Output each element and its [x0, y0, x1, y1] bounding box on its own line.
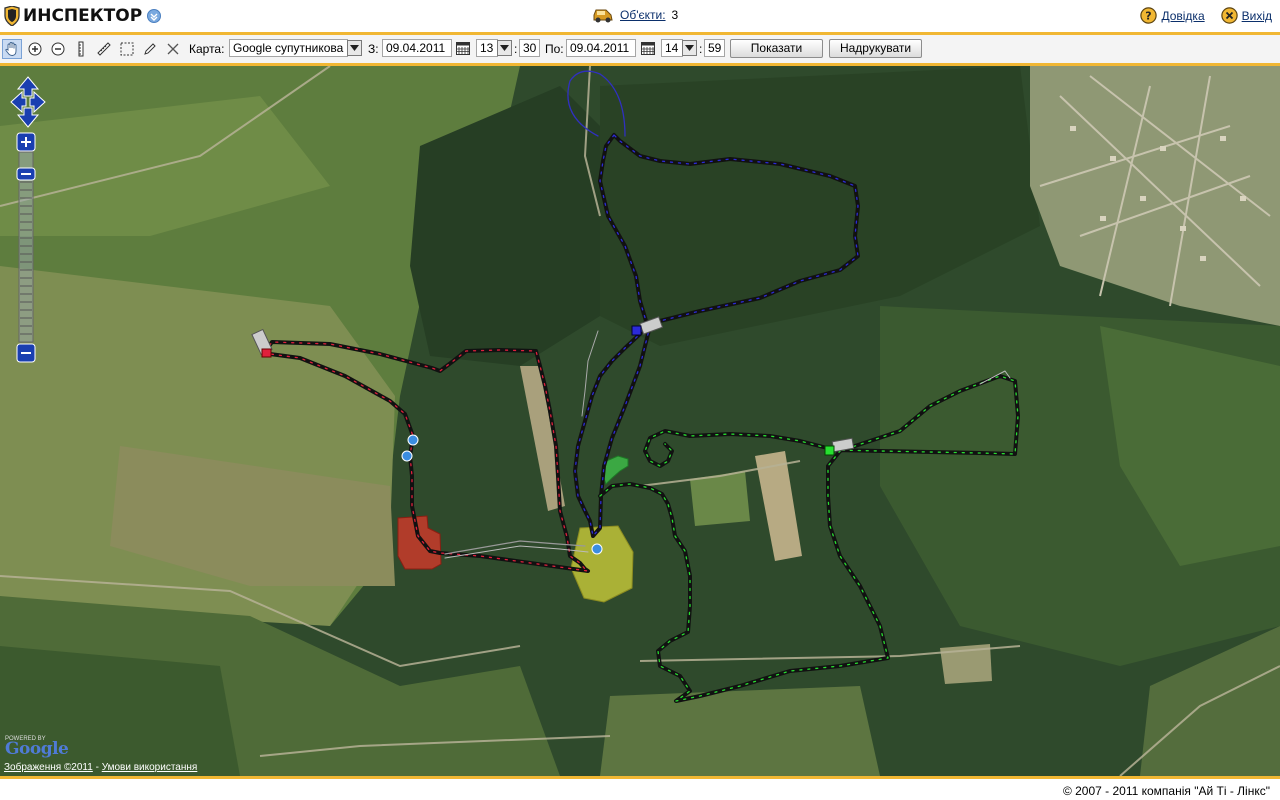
- chevron-down-icon: [350, 45, 359, 51]
- chevron-down-icon: [685, 45, 694, 51]
- help-icon: ?: [1140, 7, 1158, 24]
- zoom-in-tool-button[interactable]: [25, 39, 45, 59]
- time-separator: :: [514, 42, 518, 56]
- app-logo: ИНСПЕКТОР: [4, 4, 162, 28]
- zoom-control[interactable]: [16, 132, 36, 364]
- ruler-icon: [97, 42, 111, 56]
- to-date-input[interactable]: 09.04.2011: [566, 39, 636, 57]
- to-minute-input[interactable]: 59: [704, 39, 725, 57]
- calendar-icon[interactable]: [641, 41, 655, 55]
- terms-of-use-link[interactable]: Умови використання: [102, 762, 198, 773]
- help-link[interactable]: ? Довідка: [1140, 7, 1205, 24]
- pan-control[interactable]: [10, 76, 46, 128]
- chevron-down-icon: [500, 45, 509, 51]
- time-separator: :: [699, 42, 703, 56]
- map-type-select[interactable]: Google супутникова: [229, 39, 348, 57]
- map-attribution: Зображення ©2011 - Умови використання: [4, 762, 197, 773]
- objects-count: 3: [671, 8, 679, 22]
- rectangle-select-tool-button[interactable]: [117, 39, 137, 59]
- show-button[interactable]: Показати: [730, 39, 823, 58]
- map-toolbar: Карта: Google супутникова З: 09.04.2011 …: [0, 35, 1280, 63]
- close-circle-icon: [1220, 7, 1238, 24]
- exit-link[interactable]: Вихід: [1220, 7, 1272, 24]
- calendar-icon[interactable]: [456, 41, 470, 55]
- ruler-vertical-icon: [78, 41, 84, 57]
- page-footer: © 2007 - 2011 компанія "Ай Ті - Лінкс": [0, 782, 1280, 800]
- shield-icon: [4, 6, 20, 26]
- attribution-separator: -: [92, 762, 102, 773]
- from-hour-dropdown-button[interactable]: [497, 40, 512, 56]
- map-view[interactable]: POWERED BY Google Зображення ©2011 - Умо…: [0, 66, 1280, 776]
- svg-text:?: ?: [1146, 10, 1152, 23]
- from-minute-input[interactable]: 30: [519, 39, 540, 57]
- clear-icon: [167, 43, 179, 55]
- chevron-down-circle-icon[interactable]: [147, 9, 162, 23]
- zoom-out-icon: [51, 42, 65, 56]
- logo-text: ИНСПЕКТОР: [23, 6, 143, 26]
- map-bottom-divider: [0, 776, 1280, 779]
- objects-indicator[interactable]: Об'єкти: 3: [592, 6, 678, 24]
- pencil-icon: [144, 43, 156, 55]
- from-date-input[interactable]: 09.04.2011: [382, 39, 452, 57]
- map-type-label: Карта:: [189, 42, 225, 56]
- print-button[interactable]: Надрукувати: [829, 39, 922, 58]
- zoom-out-tool-button[interactable]: [48, 39, 68, 59]
- to-hour-select[interactable]: 14: [661, 39, 683, 57]
- header-links: ? Довідка Вихід: [1124, 7, 1272, 24]
- zoom-in-icon: [28, 42, 42, 56]
- from-hour-select[interactable]: 13: [476, 39, 498, 57]
- to-label: По:: [545, 42, 564, 56]
- hand-tool-button[interactable]: [2, 39, 22, 59]
- map-type-dropdown-button[interactable]: [347, 40, 362, 56]
- rectangle-select-icon: [120, 42, 134, 56]
- copyright-text: © 2007 - 2011 компанія "Ай Ті - Лінкс": [1062, 784, 1270, 798]
- help-label[interactable]: Довідка: [1161, 9, 1204, 23]
- vertical-ruler-tool-button[interactable]: [71, 39, 91, 59]
- pencil-tool-button[interactable]: [140, 39, 160, 59]
- hand-icon: [5, 42, 17, 56]
- app-header: ИНСПЕКТОР Об'єкти: 3 ? Довідка Вихід: [0, 0, 1280, 32]
- from-label: З:: [368, 42, 379, 56]
- to-hour-dropdown-button[interactable]: [682, 40, 697, 56]
- exit-label[interactable]: Вихід: [1242, 9, 1272, 23]
- vehicle-icon: [593, 9, 613, 23]
- google-logo[interactable]: POWERED BY Google: [5, 736, 69, 759]
- satellite-imagery: [0, 66, 1280, 776]
- imagery-credit: Зображення ©2011: [4, 762, 93, 773]
- ruler-tool-button[interactable]: [94, 39, 114, 59]
- google-logo-text: Google: [5, 739, 69, 759]
- clear-tool-button[interactable]: [163, 39, 183, 59]
- objects-link[interactable]: Об'єкти:: [620, 8, 666, 22]
